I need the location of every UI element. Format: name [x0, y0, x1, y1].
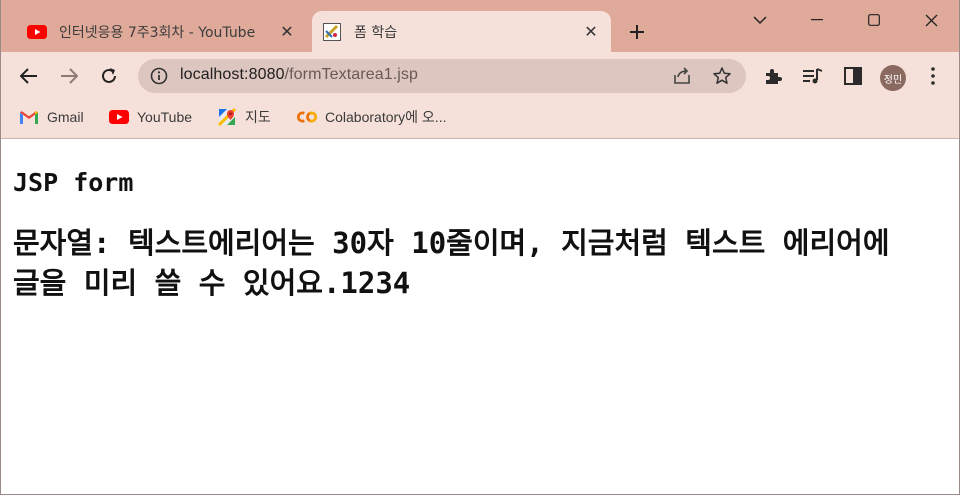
close-icon[interactable]: ✕	[275, 20, 299, 44]
minimize-icon[interactable]	[789, 0, 845, 40]
maps-icon	[217, 108, 237, 126]
bookmark-label: YouTube	[137, 109, 193, 125]
browser-window: 인터넷응용 7주3회차 - YouTube ✕ 폼 학습 ✕ localhost…	[0, 0, 960, 495]
tab-form[interactable]: 폼 학습 ✕	[312, 11, 611, 52]
forward-arrow-icon[interactable]	[53, 60, 85, 92]
reload-icon[interactable]	[93, 60, 125, 92]
tab-strip: 인터넷응용 7주3회차 - YouTube ✕ 폼 학습 ✕	[1, 0, 959, 52]
profile-avatar[interactable]: 정민	[880, 65, 906, 91]
bookmark-gmail[interactable]: Gmail	[19, 106, 84, 128]
info-icon[interactable]	[150, 67, 168, 85]
address-bar[interactable]: localhost:8080/formTextarea1.jsp	[138, 59, 746, 93]
submitted-text-output: 문자열: 텍스트에리어는 30자 10줄이며, 지금처럼 텍스트 에리어에 글을…	[13, 226, 890, 300]
page-content: JSP form 문자열: 텍스트에리어는 30자 10줄이며, 지금처럼 텍스…	[1, 140, 959, 494]
bookmark-label: Gmail	[47, 109, 84, 125]
bookmark-youtube[interactable]: YouTube	[109, 106, 192, 128]
back-arrow-icon[interactable]	[13, 60, 45, 92]
new-tab-button[interactable]	[623, 18, 651, 46]
url-host: localhost:8080	[180, 66, 285, 83]
share-icon[interactable]	[672, 66, 692, 86]
page-heading: JSP form	[13, 168, 134, 197]
youtube-icon	[27, 22, 47, 42]
url-path: /formTextarea1.jsp	[284, 66, 419, 83]
tab-title: 인터넷응용 7주3회차 - YouTube	[59, 24, 256, 41]
tab-title: 폼 학습	[354, 24, 398, 41]
close-window-icon[interactable]	[903, 0, 959, 40]
bookmarks-bar: Gmail YouTube 지도 Colaboratory에 오...	[1, 100, 959, 139]
maximize-icon[interactable]	[846, 0, 902, 40]
more-menu-icon[interactable]	[921, 64, 945, 88]
side-panel-icon[interactable]	[841, 64, 865, 88]
bookmark-label: 지도	[245, 109, 271, 125]
extensions-puzzle-icon[interactable]	[761, 64, 785, 88]
tab-search-chevron-down-icon[interactable]	[732, 0, 788, 40]
url-text[interactable]: localhost:8080/formTextarea1.jsp	[180, 66, 418, 84]
bookmark-colab[interactable]: Colaboratory에 오...	[297, 106, 446, 128]
media-playlist-icon[interactable]	[801, 64, 825, 88]
bookmark-star-icon[interactable]	[712, 66, 732, 86]
youtube-icon	[109, 108, 129, 126]
gmail-icon	[19, 108, 39, 126]
colab-icon	[297, 108, 317, 126]
bookmark-maps[interactable]: 지도	[217, 106, 271, 128]
toolbar: localhost:8080/formTextarea1.jsp 정민	[1, 52, 959, 100]
page-favicon-icon	[322, 22, 342, 42]
close-icon[interactable]: ✕	[579, 20, 603, 44]
tab-youtube[interactable]: 인터넷응용 7주3회차 - YouTube ✕	[17, 11, 307, 52]
bookmark-label: Colaboratory에 오...	[325, 109, 447, 125]
